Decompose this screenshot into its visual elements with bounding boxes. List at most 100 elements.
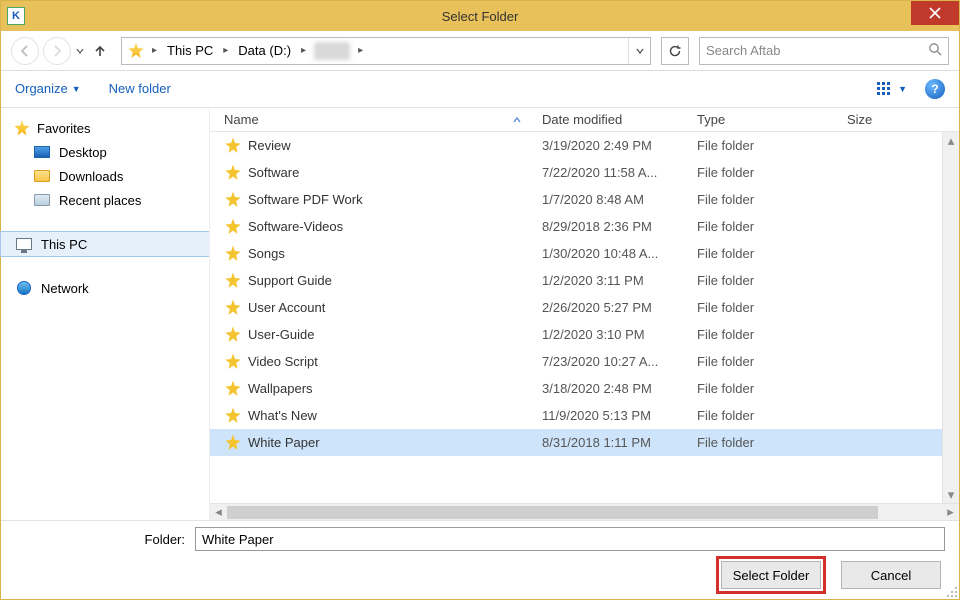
- chevron-right-icon[interactable]: ▸: [148, 45, 161, 56]
- cancel-button[interactable]: Cancel: [841, 561, 941, 589]
- sidebar-item-downloads[interactable]: Downloads: [1, 164, 209, 188]
- hscroll-thumb[interactable]: [227, 506, 878, 519]
- folder-name-input[interactable]: [195, 527, 945, 551]
- file-type: File folder: [687, 138, 837, 153]
- new-folder-label: New folder: [109, 81, 171, 96]
- resize-grip[interactable]: [943, 583, 957, 597]
- sidebar-item-network[interactable]: Network: [1, 276, 209, 300]
- file-date: 1/7/2020 8:48 AM: [532, 192, 687, 207]
- sidebar-recent-label: Recent places: [59, 193, 141, 208]
- breadcrumb-redacted[interactable]: [314, 42, 350, 60]
- file-name: Support Guide: [248, 273, 332, 288]
- select-folder-button[interactable]: Select Folder: [721, 561, 821, 589]
- toolbar: Organize ▼ New folder ▼ ?: [1, 71, 959, 107]
- vertical-scrollbar[interactable]: ▴ ▾: [942, 132, 959, 503]
- search-icon: [928, 42, 942, 59]
- close-icon: [929, 7, 941, 19]
- file-row[interactable]: User-Guide1/2/2020 3:10 PMFile folder: [210, 321, 942, 348]
- column-header-date[interactable]: Date modified: [532, 112, 687, 127]
- chevron-down-icon: ▼: [72, 84, 81, 94]
- dialog-buttons: Select Folder Cancel: [15, 561, 945, 589]
- file-name: Songs: [248, 246, 285, 261]
- star-icon: [224, 381, 242, 397]
- file-row[interactable]: User Account2/26/2020 5:27 PMFile folder: [210, 294, 942, 321]
- sidebar-downloads-label: Downloads: [59, 169, 123, 184]
- file-type: File folder: [687, 435, 837, 450]
- help-button[interactable]: ?: [925, 79, 945, 99]
- file-date: 3/18/2020 2:48 PM: [532, 381, 687, 396]
- star-icon: [224, 219, 242, 235]
- breadcrumb-drive-label: Data (D:): [238, 43, 291, 58]
- sidebar-desktop-label: Desktop: [59, 145, 107, 160]
- column-name-label: Name: [224, 112, 259, 127]
- scroll-down-arrow[interactable]: ▾: [943, 486, 959, 503]
- star-icon: [224, 192, 242, 208]
- file-row[interactable]: Video Script7/23/2020 10:27 A...File fol…: [210, 348, 942, 375]
- refresh-button[interactable]: [661, 37, 689, 65]
- file-row[interactable]: What's New11/9/2020 5:13 PMFile folder: [210, 402, 942, 429]
- recent-locations-dropdown[interactable]: [75, 43, 85, 58]
- column-header-name[interactable]: Name: [210, 112, 532, 127]
- file-row[interactable]: Review 3/19/2020 2:49 PMFile folder: [210, 132, 942, 159]
- sidebar-item-this-pc[interactable]: This PC: [0, 231, 210, 257]
- column-header-type[interactable]: Type: [687, 112, 837, 127]
- scroll-right-arrow[interactable]: ▸: [942, 504, 959, 521]
- file-name: Review: [248, 138, 291, 153]
- chevron-right-icon[interactable]: ▸: [354, 45, 367, 56]
- sidebar-item-recent-places[interactable]: Recent places: [1, 188, 209, 212]
- computer-icon: [15, 236, 33, 252]
- scroll-up-arrow[interactable]: ▴: [943, 132, 959, 149]
- organize-menu[interactable]: Organize ▼: [15, 81, 81, 96]
- back-button[interactable]: [11, 37, 39, 65]
- chevron-right-icon[interactable]: ▸: [297, 45, 310, 56]
- star-icon: [224, 165, 242, 181]
- sidebar-this-pc-label: This PC: [41, 237, 87, 252]
- up-button[interactable]: [89, 40, 111, 62]
- file-row[interactable]: White Paper8/31/2018 1:11 PMFile folder: [210, 429, 942, 456]
- forward-button[interactable]: [43, 37, 71, 65]
- file-row[interactable]: Software PDF Work1/7/2020 8:48 AMFile fo…: [210, 186, 942, 213]
- close-button[interactable]: [911, 1, 959, 25]
- file-date: 1/30/2020 10:48 A...: [532, 246, 687, 261]
- star-icon: [224, 435, 242, 451]
- column-type-label: Type: [697, 112, 725, 127]
- file-row[interactable]: Support Guide1/2/2020 3:11 PMFile folder: [210, 267, 942, 294]
- file-row[interactable]: Wallpapers3/18/2020 2:48 PMFile folder: [210, 375, 942, 402]
- hscroll-track[interactable]: [227, 506, 942, 519]
- view-options-button[interactable]: ▼: [877, 82, 907, 96]
- breadcrumb-history-dropdown[interactable]: [628, 38, 650, 64]
- recent-places-icon: [33, 192, 51, 208]
- search-input[interactable]: [706, 43, 928, 58]
- chevron-right-icon[interactable]: ▸: [219, 45, 232, 56]
- window-title: Select Folder: [1, 9, 959, 24]
- star-icon: [13, 120, 31, 136]
- file-date: 3/19/2020 2:49 PM: [532, 138, 687, 153]
- file-row[interactable]: Songs1/30/2020 10:48 A...File folder: [210, 240, 942, 267]
- file-date: 7/22/2020 11:58 A...: [532, 165, 687, 180]
- file-name: Software PDF Work: [248, 192, 363, 207]
- breadcrumb-drive[interactable]: Data (D:): [232, 38, 297, 64]
- chevron-down-icon: ▼: [898, 84, 907, 94]
- breadcrumb-bar[interactable]: ▸ This PC ▸ Data (D:) ▸ ▸: [121, 37, 651, 65]
- sidebar-item-desktop[interactable]: Desktop: [1, 140, 209, 164]
- new-folder-button[interactable]: New folder: [109, 81, 171, 96]
- horizontal-scrollbar[interactable]: ◂ ▸: [210, 503, 959, 520]
- file-row[interactable]: Software7/22/2020 11:58 A...File folder: [210, 159, 942, 186]
- file-date: 2/26/2020 5:27 PM: [532, 300, 687, 315]
- star-icon: [224, 246, 242, 262]
- file-type: File folder: [687, 327, 837, 342]
- file-name: Video Script: [248, 354, 318, 369]
- star-icon: [224, 408, 242, 424]
- column-header-size[interactable]: Size: [837, 112, 897, 127]
- file-name: Software-Videos: [248, 219, 343, 234]
- search-box[interactable]: [699, 37, 949, 65]
- file-type: File folder: [687, 354, 837, 369]
- file-name: User Account: [248, 300, 325, 315]
- arrow-up-icon: [93, 44, 107, 58]
- sidebar-favorites-header[interactable]: Favorites: [1, 116, 209, 140]
- navigation-bar: ▸ This PC ▸ Data (D:) ▸ ▸: [1, 31, 959, 71]
- scroll-left-arrow[interactable]: ◂: [210, 504, 227, 521]
- sidebar-favorites-label: Favorites: [37, 121, 90, 136]
- file-row[interactable]: Software-Videos8/29/2018 2:36 PMFile fol…: [210, 213, 942, 240]
- breadcrumb-this-pc[interactable]: This PC: [161, 38, 219, 64]
